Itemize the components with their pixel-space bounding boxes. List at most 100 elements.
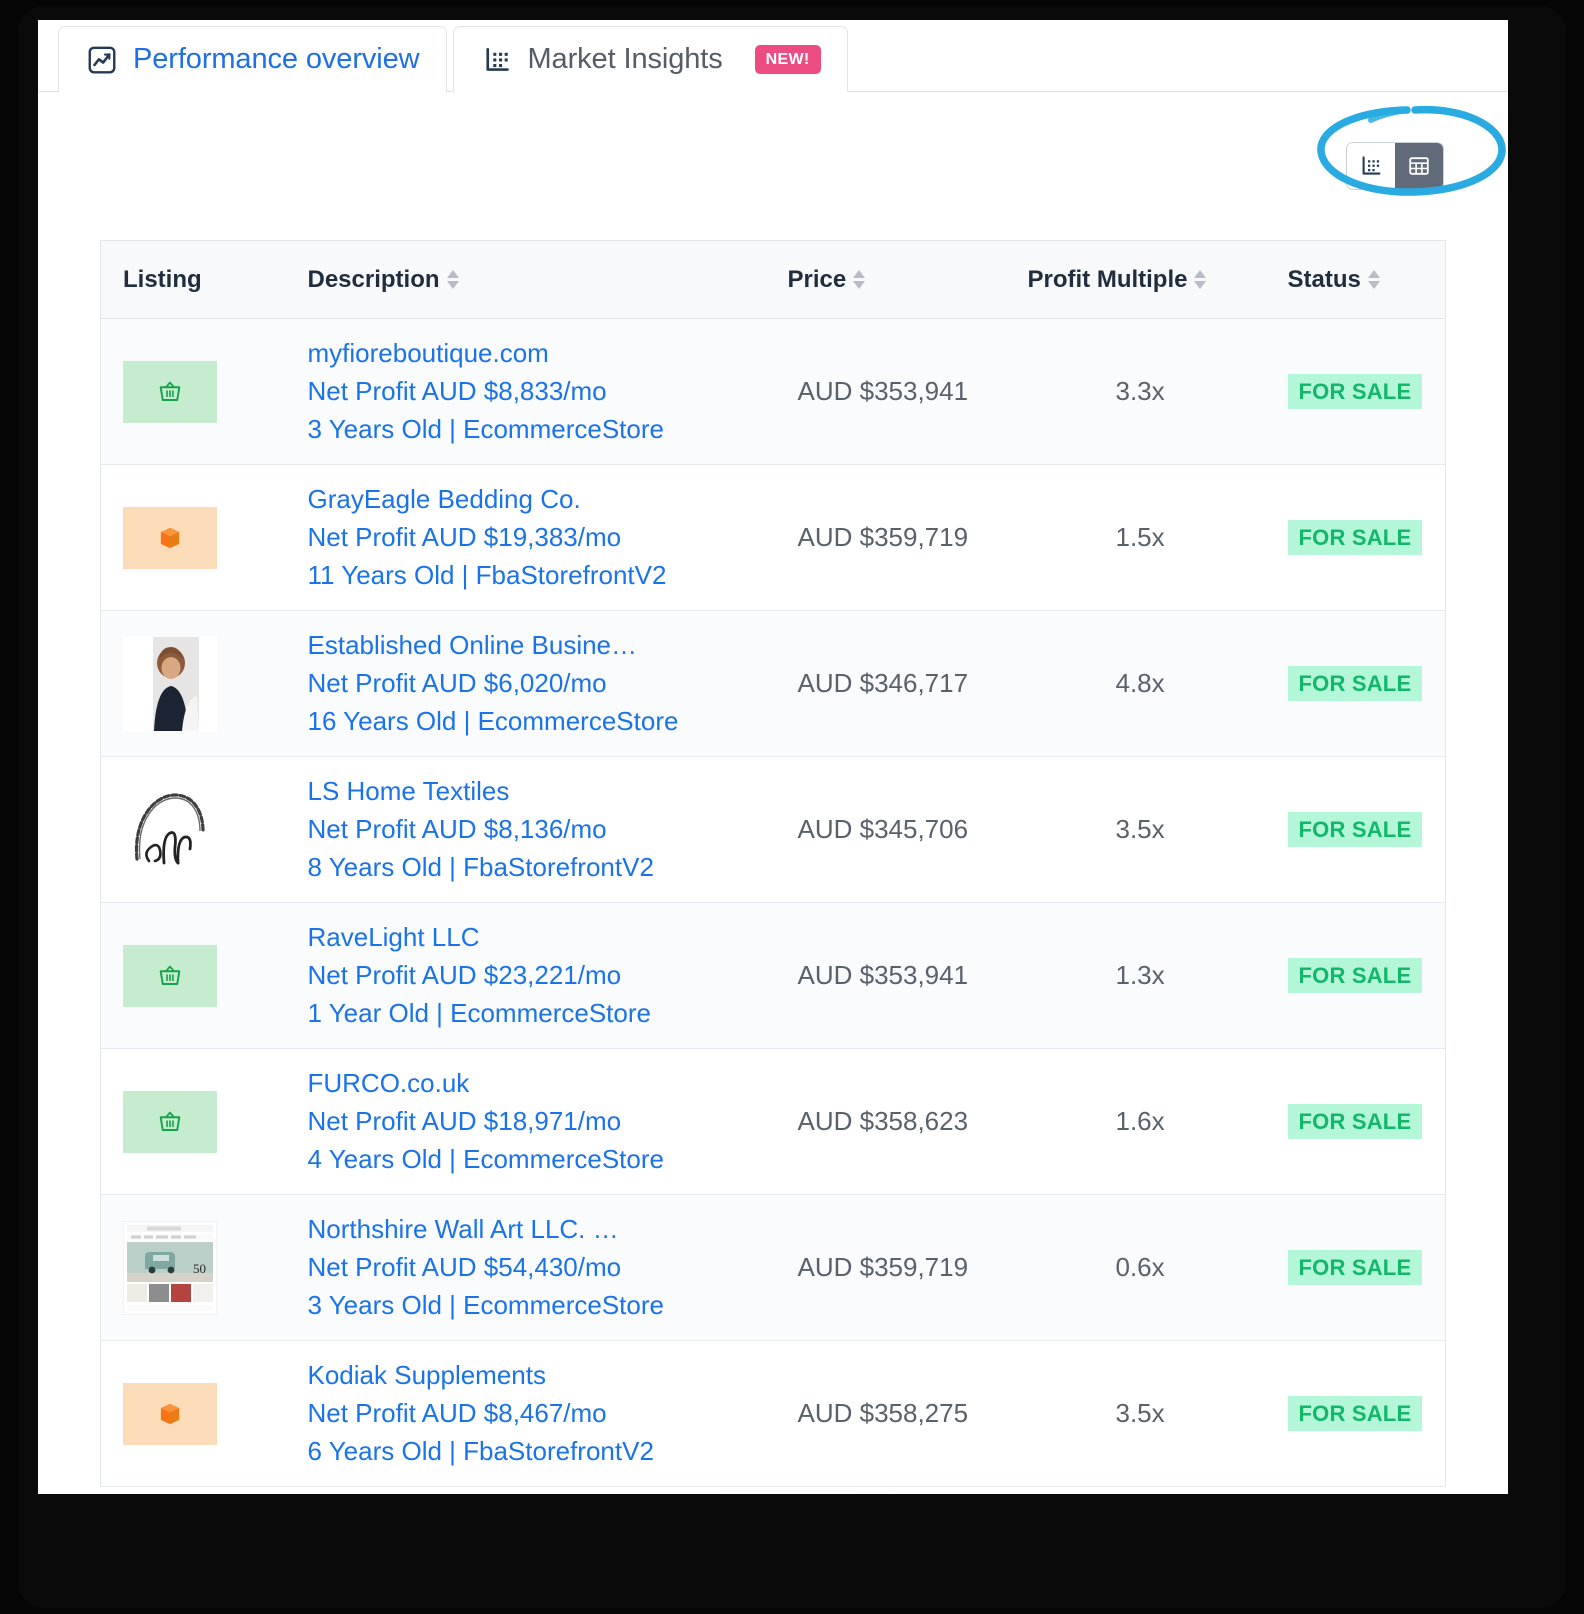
listing-price: AUD $358,623 bbox=[797, 1106, 969, 1136]
listing-title-link[interactable]: myfioreboutique.com bbox=[308, 338, 766, 369]
column-label: Status bbox=[1287, 265, 1361, 293]
column-header-price[interactable]: Price bbox=[765, 240, 1006, 319]
listing-price: AUD $346,717 bbox=[797, 668, 969, 698]
listing-thumbnail bbox=[123, 1090, 217, 1153]
tab-market-insights[interactable]: Market Insights NEW! bbox=[452, 26, 848, 93]
listing-thumbnail bbox=[123, 944, 217, 1007]
listing-title-link[interactable]: GrayEagle Bedding Co. bbox=[308, 484, 766, 515]
table-row[interactable]: GrayEagle Bedding Co. Net Profit AUD $19,… bbox=[100, 464, 1446, 611]
tab-label: Market Insights bbox=[527, 43, 723, 75]
cell-price: AUD $346,717 bbox=[765, 610, 1006, 757]
listing-meta-link[interactable]: 16 Years Old | EcommerceStore bbox=[308, 706, 766, 737]
listing-meta-link[interactable]: 8 Years Old | FbaStorefrontV2 bbox=[308, 852, 766, 883]
cell-listing-thumbnail: 50 bbox=[100, 1194, 286, 1341]
listing-title-link[interactable]: FURCO.co.uk bbox=[308, 1068, 766, 1099]
status-badge: FOR SALE bbox=[1287, 1104, 1423, 1139]
listing-net-profit-link[interactable]: Net Profit AUD $8,136/mo bbox=[308, 814, 766, 845]
listing-price: AUD $353,941 bbox=[797, 376, 969, 406]
sort-arrows-icon[interactable] bbox=[853, 270, 866, 289]
sort-arrows-icon[interactable] bbox=[1194, 270, 1207, 289]
column-header-status[interactable]: Status bbox=[1265, 240, 1446, 319]
tab-label: Performance overview bbox=[133, 43, 420, 75]
cell-listing-thumbnail bbox=[100, 318, 286, 465]
table-row[interactable]: myfioreboutique.com Net Profit AUD $8,833… bbox=[100, 318, 1446, 465]
view-toggle-group[interactable] bbox=[1346, 142, 1444, 190]
listing-title-link[interactable]: RaveLight LLC bbox=[308, 922, 766, 953]
listing-meta-link[interactable]: 4 Years Old | EcommerceStore bbox=[308, 1144, 766, 1175]
table-view-button[interactable] bbox=[1395, 143, 1443, 189]
listing-profit-multiple: 1.6x bbox=[1115, 1106, 1165, 1136]
column-header-profit-multiple[interactable]: Profit Multiple bbox=[1005, 240, 1266, 319]
cell-profit-multiple: 3.3x bbox=[1005, 318, 1266, 465]
cell-listing-thumbnail bbox=[100, 1340, 286, 1487]
cell-listing-thumbnail bbox=[100, 464, 286, 611]
listing-price: AUD $353,941 bbox=[797, 960, 969, 990]
chart-view-button[interactable] bbox=[1347, 143, 1395, 189]
cell-description: Established Online Busine… Net Profit AUD… bbox=[285, 610, 766, 757]
scatter-plot-icon bbox=[480, 43, 514, 77]
listing-title-link[interactable]: Northshire Wall Art LLC. … bbox=[308, 1214, 766, 1245]
listing-price: AUD $345,706 bbox=[797, 814, 969, 844]
listing-title-link[interactable]: LS Home Textiles bbox=[308, 776, 766, 807]
package-box-icon bbox=[160, 527, 180, 548]
table-row[interactable]: FURCO.co.uk Net Profit AUD $18,971/mo 4 Ye… bbox=[100, 1048, 1446, 1195]
monogram-logo-icon bbox=[123, 782, 217, 877]
listing-thumbnail bbox=[123, 1382, 217, 1445]
table-row[interactable]: 50 Northshire Wall Art LLC. … Net Profit A… bbox=[100, 1194, 1446, 1341]
tab-bar: Performance overview Market Insights NEW… bbox=[38, 20, 1508, 93]
cell-description: LS Home Textiles Net Profit AUD $8,136/mo… bbox=[285, 756, 766, 903]
screenshot-root: Performance overview Market Insights NEW… bbox=[0, 0, 1584, 1614]
column-header-description[interactable]: Description bbox=[285, 240, 766, 319]
listing-meta-link[interactable]: 11 Years Old | FbaStorefrontV2 bbox=[308, 560, 766, 591]
sort-arrows-icon[interactable] bbox=[1367, 270, 1380, 289]
cell-status: FOR SALE bbox=[1265, 610, 1446, 757]
listing-profit-multiple: 3.3x bbox=[1115, 376, 1165, 406]
cell-price: AUD $359,719 bbox=[765, 464, 1006, 611]
listing-net-profit-link[interactable]: Net Profit AUD $23,221/mo bbox=[308, 960, 766, 991]
table-header: Listing Description Price Profit Multipl… bbox=[100, 240, 1446, 319]
listing-meta-link[interactable]: 3 Years Old | EcommerceStore bbox=[308, 414, 766, 445]
cell-status: FOR SALE bbox=[1265, 464, 1446, 611]
website-screenshot-icon: 50 bbox=[123, 1220, 217, 1315]
shopping-basket-icon bbox=[159, 1111, 181, 1131]
listing-meta-link[interactable]: 3 Years Old | EcommerceStore bbox=[308, 1290, 766, 1321]
status-badge: FOR SALE bbox=[1287, 958, 1423, 993]
listing-net-profit-link[interactable]: Net Profit AUD $18,971/mo bbox=[308, 1106, 766, 1137]
cell-description: Northshire Wall Art LLC. … Net Profit AUD… bbox=[285, 1194, 766, 1341]
scatter-plot-icon bbox=[1362, 156, 1381, 175]
cell-status: FOR SALE bbox=[1265, 1340, 1446, 1487]
toolbar-row bbox=[100, 92, 1506, 240]
column-label: Description bbox=[307, 265, 440, 293]
cell-status: FOR SALE bbox=[1265, 1048, 1446, 1195]
cell-price: AUD $353,941 bbox=[765, 318, 1006, 465]
listing-price: AUD $358,275 bbox=[797, 1398, 969, 1428]
cell-listing-thumbnail bbox=[100, 610, 286, 757]
package-box-icon bbox=[160, 1403, 180, 1424]
cell-listing-thumbnail bbox=[100, 756, 286, 903]
listing-profit-multiple: 1.3x bbox=[1115, 960, 1165, 990]
cell-profit-multiple: 3.5x bbox=[1005, 756, 1266, 903]
listing-thumbnail: 50 bbox=[123, 1220, 217, 1315]
listings-table: Listing Description Price Profit Multipl… bbox=[100, 240, 1446, 1487]
sort-arrows-icon[interactable] bbox=[446, 270, 459, 289]
trend-chart-icon bbox=[85, 43, 119, 77]
listing-net-profit-link[interactable]: Net Profit AUD $8,833/mo bbox=[308, 376, 766, 407]
table-row[interactable]: RaveLight LLC Net Profit AUD $23,221/mo 1 … bbox=[100, 902, 1446, 1049]
table-row[interactable]: Established Online Busine… Net Profit AUD… bbox=[100, 610, 1446, 757]
listing-net-profit-link[interactable]: Net Profit AUD $8,467/mo bbox=[308, 1398, 766, 1429]
new-badge: NEW! bbox=[754, 45, 821, 74]
listing-net-profit-link[interactable]: Net Profit AUD $19,383/mo bbox=[308, 522, 766, 553]
tab-performance-overview[interactable]: Performance overview bbox=[58, 26, 447, 92]
listing-thumbnail bbox=[123, 506, 217, 569]
table-grid-icon bbox=[1409, 157, 1429, 175]
listing-thumbnail bbox=[123, 782, 217, 877]
column-header-listing: Listing bbox=[100, 240, 286, 319]
listing-title-link[interactable]: Established Online Busine… bbox=[308, 630, 766, 661]
listing-title-link[interactable]: Kodiak Supplements bbox=[308, 1360, 766, 1391]
table-row[interactable]: LS Home Textiles Net Profit AUD $8,136/mo… bbox=[100, 756, 1446, 903]
table-row[interactable]: Kodiak Supplements Net Profit AUD $8,467/… bbox=[100, 1340, 1446, 1487]
listing-net-profit-link[interactable]: Net Profit AUD $54,430/mo bbox=[308, 1252, 766, 1283]
listing-meta-link[interactable]: 6 Years Old | FbaStorefrontV2 bbox=[308, 1436, 766, 1467]
listing-net-profit-link[interactable]: Net Profit AUD $6,020/mo bbox=[308, 668, 766, 699]
listing-meta-link[interactable]: 1 Year Old | EcommerceStore bbox=[308, 998, 766, 1029]
